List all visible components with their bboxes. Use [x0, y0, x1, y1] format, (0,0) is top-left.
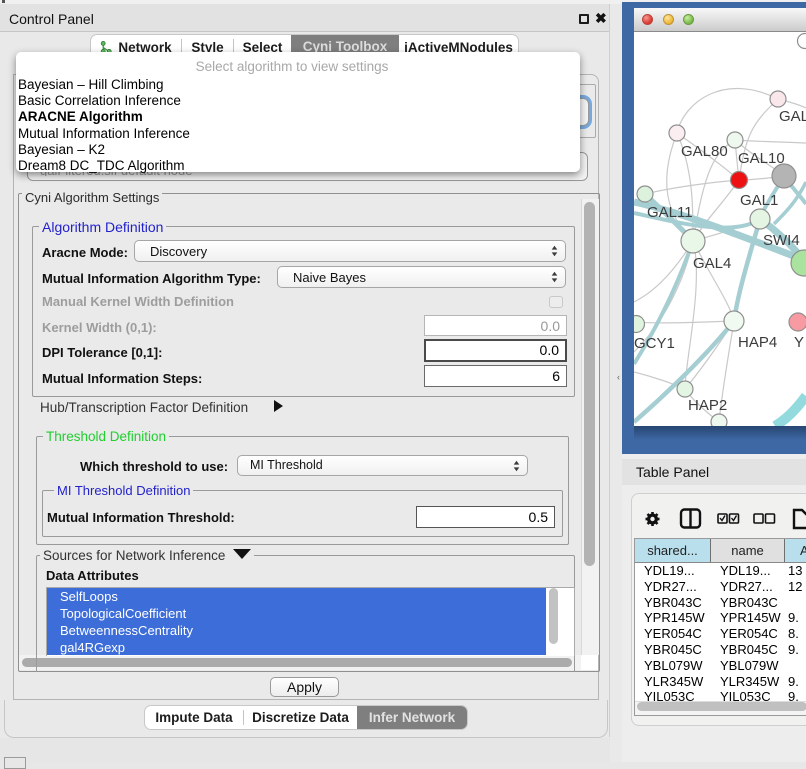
svg-text:GAL10: GAL10 — [738, 150, 785, 167]
svg-text:GAL11: GAL11 — [647, 204, 693, 221]
svg-text:GAL8: GAL8 — [779, 108, 806, 125]
svg-text:GAL4: GAL4 — [693, 255, 731, 272]
svg-text:GAL1: GAL1 — [740, 192, 778, 209]
svg-text:SWI4: SWI4 — [763, 232, 800, 249]
svg-text:HAP2: HAP2 — [688, 397, 727, 414]
svg-text:HAP4: HAP4 — [738, 334, 777, 351]
svg-text:Y: Y — [794, 334, 804, 351]
svg-text:GAL80: GAL80 — [681, 143, 728, 160]
svg-text:GCY1: GCY1 — [634, 335, 675, 352]
